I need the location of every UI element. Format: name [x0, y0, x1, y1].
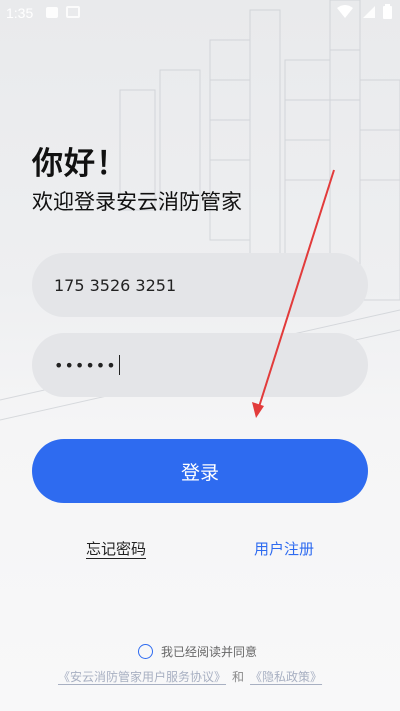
password-input-value: •••••• [54, 355, 117, 375]
image-notification-icon [46, 6, 58, 18]
agreement-links: 《安云消防管家用户服务协议》 和 《隐私政策》 [58, 668, 322, 685]
register-link[interactable]: 用户注册 [254, 538, 314, 559]
service-agreement-link[interactable]: 《安云消防管家用户服务协议》 [58, 668, 226, 685]
notification-icons [46, 6, 80, 18]
and-text: 和 [232, 670, 245, 684]
signal-icon [361, 5, 375, 23]
phone-input[interactable]: 175 3526 3251 [32, 253, 368, 317]
status-time: 1:35 [6, 5, 34, 21]
agree-text: 我已经阅读并同意 [161, 645, 258, 659]
login-button-label: 登录 [180, 461, 219, 484]
welcome-subtitle: 欢迎登录安云消防管家 [32, 190, 242, 214]
battery-icon [383, 4, 392, 23]
status-bar: 1:35 [0, 0, 400, 28]
privacy-policy-link[interactable]: 《隐私政策》 [250, 668, 322, 685]
wifi-icon [337, 4, 353, 23]
text-cursor [118, 355, 120, 375]
agree-radio-button[interactable] [138, 644, 153, 659]
phone-input-value: 175 3526 3251 [54, 275, 177, 295]
agreement-row: 我已经阅读并同意 [138, 643, 257, 660]
password-input[interactable]: •••••• [32, 333, 368, 397]
app-notification-icon [66, 6, 80, 18]
greeting-title: 你好！ [32, 146, 128, 182]
login-button[interactable]: 登录 [32, 439, 368, 503]
forgot-password-link[interactable]: 忘记密码 [86, 538, 146, 559]
system-icons [337, 4, 392, 23]
